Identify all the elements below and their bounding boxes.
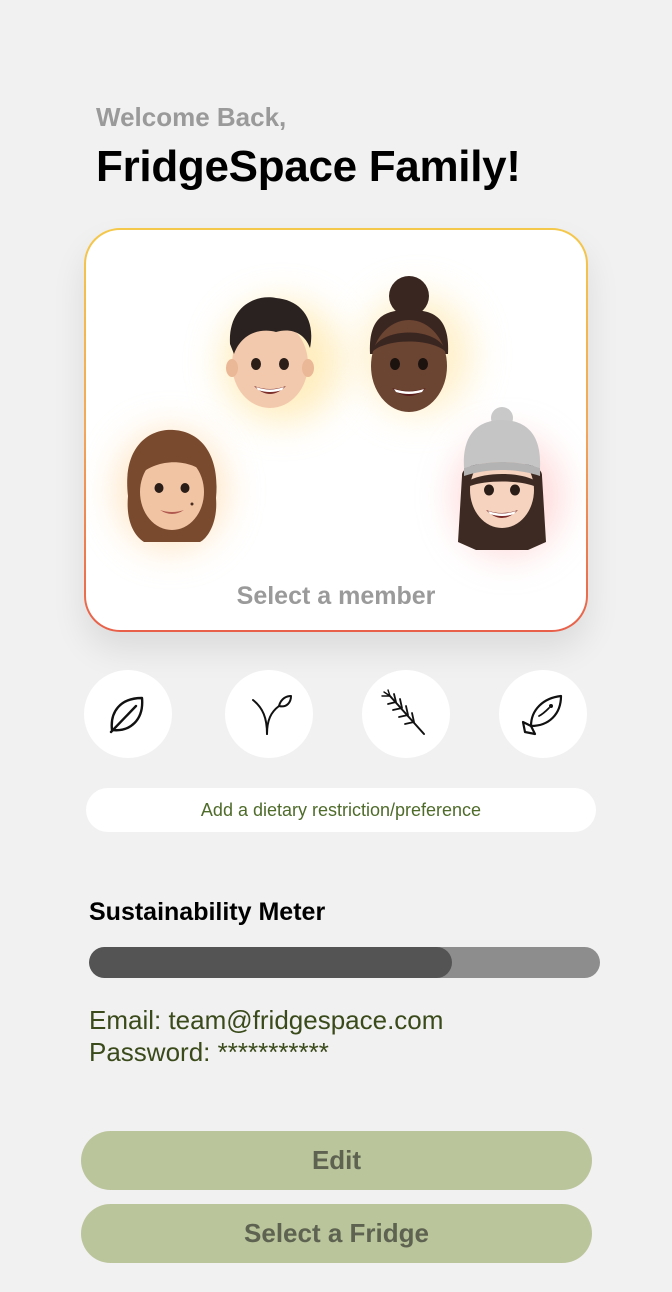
diet-option-sprout[interactable] [225,670,313,758]
wheat-icon [381,689,425,735]
member-selector-card: Select a member [84,228,588,632]
sustainability-meter-fill [89,947,452,978]
page-title: FridgeSpace Family! [96,142,521,191]
sustainability-meter [89,947,600,978]
avatar-girl-hair-bun[interactable] [362,274,456,422]
welcome-text: Welcome Back, [96,102,287,132]
fish-icon [521,694,563,736]
select-member-prompt: Select a member [236,582,436,610]
diet-option-fish[interactable] [499,670,587,758]
account-password: Password: *********** [89,1037,329,1067]
leaf-icon [109,696,144,734]
sustainability-meter-title: Sustainability Meter [89,898,326,926]
add-dietary-preference-button[interactable]: Add a dietary restriction/preference [86,788,596,832]
avatar-woman-brown-hair[interactable] [120,426,224,546]
sprout-icon [252,695,292,735]
account-info: Email: team@fridgespace.com Password: **… [89,1004,443,1068]
diet-option-wheat[interactable] [362,670,450,758]
edit-button[interactable]: Edit [81,1131,592,1190]
diet-option-leaf[interactable] [84,670,172,758]
avatar-boy-dark-hair[interactable] [220,288,320,420]
select-fridge-button[interactable]: Select a Fridge [81,1204,592,1263]
account-email: Email: team@fridgespace.com [89,1005,444,1035]
avatar-girl-beanie[interactable] [456,406,548,554]
